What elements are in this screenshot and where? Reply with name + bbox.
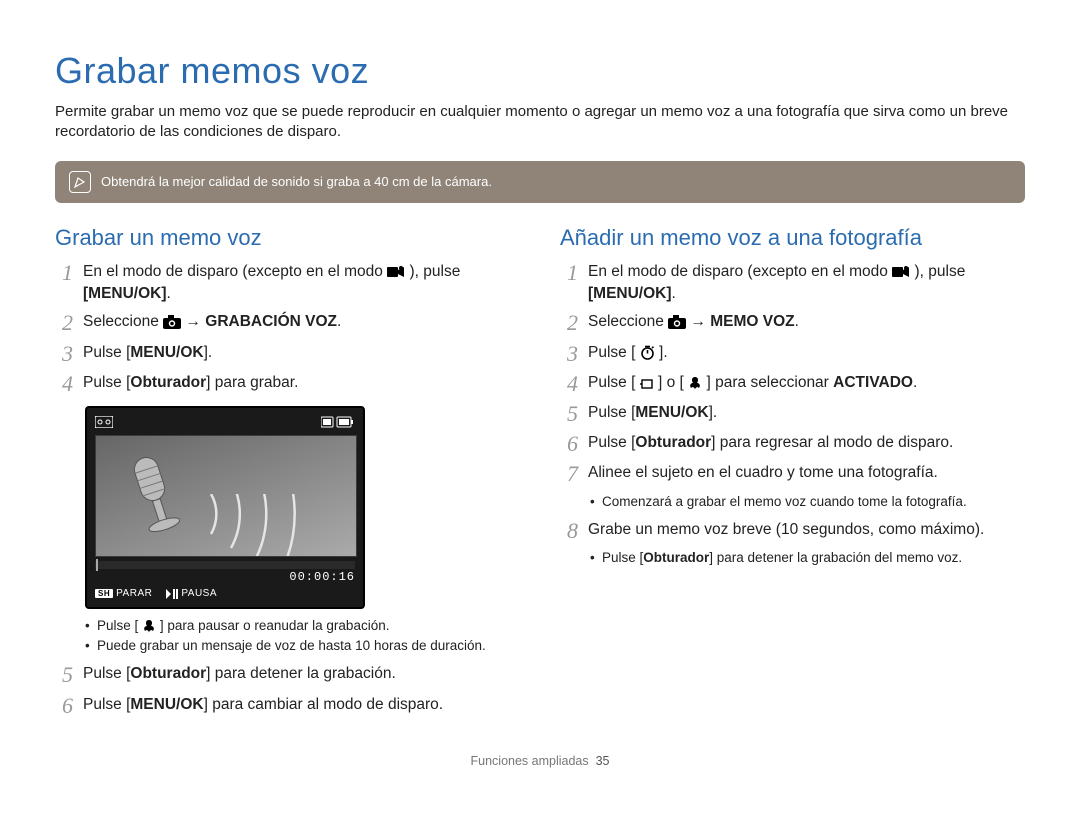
page-footer: Funciones ampliadas 35 bbox=[55, 754, 1025, 768]
left-bullet-1: Pulse [ ] para pausar o reanudar la grab… bbox=[85, 617, 520, 635]
left-heading: Grabar un memo voz bbox=[55, 225, 520, 251]
camera-icon bbox=[668, 315, 686, 329]
video-mode-icon bbox=[387, 265, 405, 279]
step-number: 1 bbox=[560, 261, 578, 285]
display-icon bbox=[640, 378, 654, 390]
left-step-4: 4 Pulse [Obturador] para grabar. bbox=[55, 372, 520, 396]
step-number: 4 bbox=[55, 372, 73, 396]
step-number: 8 bbox=[560, 519, 578, 543]
video-mode-icon bbox=[892, 265, 910, 279]
lcd-pause-button: PAUSA bbox=[166, 588, 217, 599]
lcd-preview: 00:00:16 SH PARAR PAUSA bbox=[85, 406, 365, 609]
left-step-6: 6 Pulse [MENU/OK] para cambiar al modo d… bbox=[55, 694, 520, 718]
step-number: 3 bbox=[55, 342, 73, 366]
footer-section: Funciones ampliadas bbox=[471, 754, 589, 768]
play-pause-icon bbox=[166, 589, 178, 599]
battery-card-icon bbox=[321, 416, 355, 431]
timer-icon bbox=[640, 345, 655, 360]
right-step-5: 5 Pulse [MENU/OK]. bbox=[560, 402, 1025, 426]
tape-icon bbox=[95, 416, 113, 431]
left-step-2: 2 Seleccione → GRABACIÓN VOZ. bbox=[55, 311, 520, 335]
step-number: 2 bbox=[55, 311, 73, 335]
right-step-6: 6 Pulse [Obturador] para regresar al mod… bbox=[560, 432, 1025, 456]
left-step-3: 3 Pulse [MENU/OK]. bbox=[55, 342, 520, 366]
step-number: 5 bbox=[55, 663, 73, 687]
step-number: 6 bbox=[55, 694, 73, 718]
lcd-timer: 00:00:16 bbox=[95, 570, 355, 584]
step-number: 4 bbox=[560, 372, 578, 396]
right-step-3: 3 Pulse [ ]. bbox=[560, 342, 1025, 366]
right-step-2: 2 Seleccione → MEMO VOZ. bbox=[560, 311, 1025, 335]
step-number: 3 bbox=[560, 342, 578, 366]
camera-icon bbox=[163, 315, 181, 329]
right-column: Añadir un memo voz a una fotografía 1 En… bbox=[560, 225, 1025, 724]
sound-waves-icon bbox=[206, 494, 336, 557]
microphone-icon bbox=[126, 454, 186, 544]
left-bullet-2: Puede grabar un mensaje de voz de hasta … bbox=[85, 637, 520, 655]
lcd-progress-bar bbox=[95, 561, 355, 569]
lcd-recording-area bbox=[95, 435, 357, 557]
right-bullet-8: Pulse [Obturador] para detener la grabac… bbox=[590, 549, 1025, 567]
footer-page-number: 35 bbox=[596, 754, 610, 768]
right-step-4: 4 Pulse [ ] o [ ] para seleccionar ACTIV… bbox=[560, 372, 1025, 396]
left-column: Grabar un memo voz 1 En el modo de dispa… bbox=[55, 225, 520, 724]
step-number: 1 bbox=[55, 261, 73, 285]
left-step-5: 5 Pulse [Obturador] para detener la grab… bbox=[55, 663, 520, 687]
manual-page: Grabar memos voz Permite grabar un memo … bbox=[0, 0, 1080, 793]
intro-text: Permite grabar un memo voz que se puede … bbox=[55, 102, 1025, 143]
step-number: 2 bbox=[560, 311, 578, 335]
lcd-stop-button: SH PARAR bbox=[95, 588, 152, 599]
right-step-1: 1 En el modo de disparo (excepto en el m… bbox=[560, 261, 1025, 306]
tip-text: Obtendrá la mejor calidad de sonido si g… bbox=[101, 174, 492, 189]
right-heading: Añadir un memo voz a una fotografía bbox=[560, 225, 1025, 251]
step-number: 7 bbox=[560, 462, 578, 486]
right-bullet-7: Comenzará a grabar el memo voz cuando to… bbox=[590, 493, 1025, 511]
macro-icon bbox=[142, 619, 156, 633]
right-step-7: 7 Alinee el sujeto en el cuadro y tome u… bbox=[560, 462, 1025, 486]
left-step-1: 1 En el modo de disparo (excepto en el m… bbox=[55, 261, 520, 306]
step-number: 5 bbox=[560, 402, 578, 426]
right-step-8: 8 Grabe un memo voz breve (10 segundos, … bbox=[560, 519, 1025, 543]
page-title: Grabar memos voz bbox=[55, 50, 1025, 92]
macro-icon bbox=[688, 376, 702, 390]
note-icon bbox=[69, 171, 91, 193]
tip-box: Obtendrá la mejor calidad de sonido si g… bbox=[55, 161, 1025, 203]
step-number: 6 bbox=[560, 432, 578, 456]
